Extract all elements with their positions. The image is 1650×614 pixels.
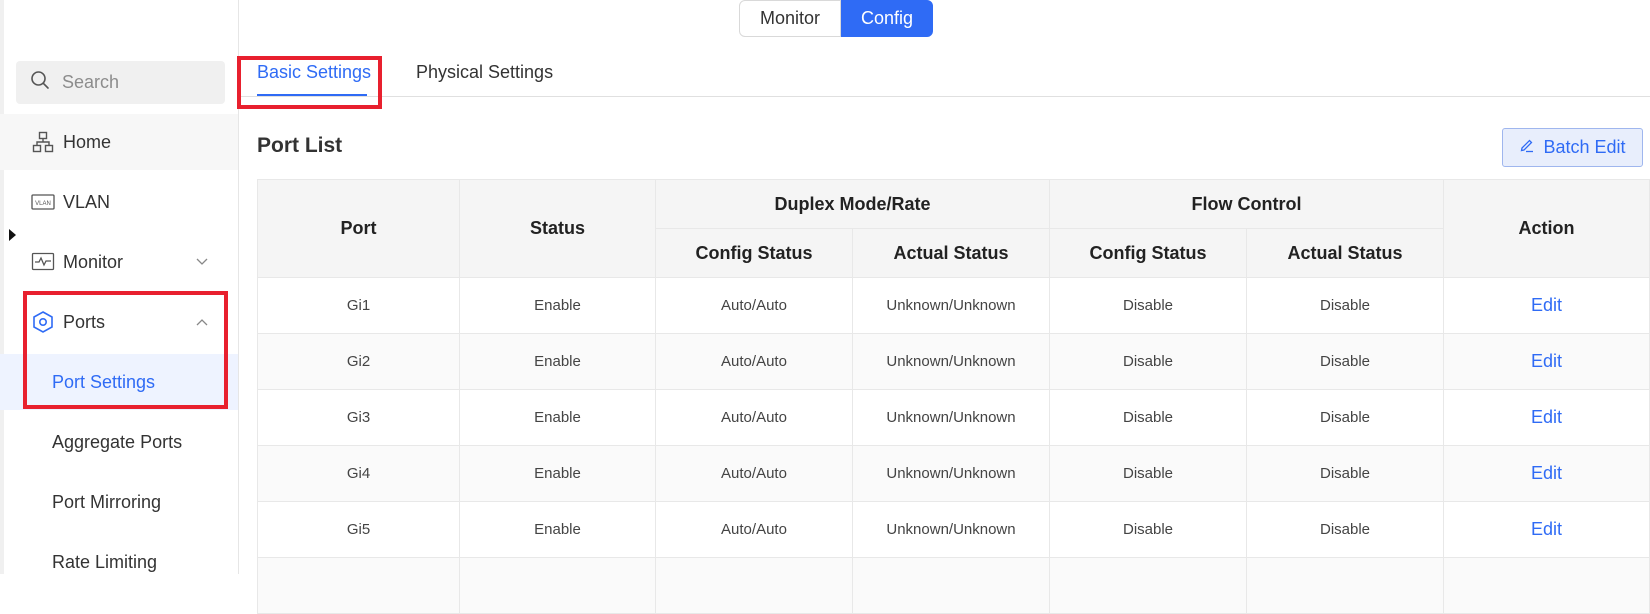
column-header-flow-config: Config Status <box>1049 228 1247 278</box>
tab-basic-settings[interactable]: Basic Settings <box>257 62 371 83</box>
cell-port: Gi4 <box>257 445 460 502</box>
cell-flow-config: Disable <box>1049 277 1247 334</box>
column-group-duplex: Duplex Mode/Rate <box>655 179 1050 229</box>
cell-port: Gi2 <box>257 333 460 390</box>
pen-icon <box>1519 137 1535 158</box>
cell-status: Enable <box>459 501 656 558</box>
cell-duplex-config: Auto/Auto <box>655 445 853 502</box>
cell-action: Edit <box>1443 277 1650 334</box>
cell-action: Edit <box>1443 445 1650 502</box>
cell-port <box>257 557 460 614</box>
sidebar-item-label: Monitor <box>63 251 124 272</box>
table-row: Gi1 Enable Auto/Auto Unknown/Unknown Dis… <box>257 277 1650 334</box>
chevron-down-icon <box>194 254 210 270</box>
sidebar-item-monitor[interactable]: Monitor <box>0 234 238 290</box>
monitor-pulse-icon <box>31 250 55 274</box>
sidebar-item-label: VLAN <box>63 191 111 212</box>
edit-link[interactable]: Edit <box>1531 407 1562 427</box>
sidebar-subitem-aggregate-ports[interactable]: Aggregate Ports <box>0 414 238 470</box>
column-header-flow-actual: Actual Status <box>1245 228 1445 278</box>
column-group-flow-control: Flow Control <box>1048 179 1445 229</box>
cell-duplex-actual: Unknown/Unknown <box>852 333 1050 390</box>
cell-action: Edit <box>1443 501 1650 558</box>
cell-flow-actual: Disable <box>1245 333 1445 390</box>
cell-action: Edit <box>1443 389 1650 446</box>
edit-link[interactable]: Edit <box>1531 519 1562 539</box>
cell-duplex-actual: Unknown/Unknown <box>852 501 1050 558</box>
column-header-action: Action <box>1443 179 1650 278</box>
cell-status: Enable <box>459 333 656 390</box>
monitor-mode-button[interactable]: Monitor <box>739 0 841 37</box>
svg-text:VLAN: VLAN <box>35 201 51 207</box>
cell-flow-actual: Disable <box>1245 277 1445 334</box>
settings-tabs: Basic Settings Physical Settings <box>239 56 1650 97</box>
edit-link[interactable]: Edit <box>1531 295 1562 315</box>
table-row: Gi4 Enable Auto/Auto Unknown/Unknown Dis… <box>257 445 1650 502</box>
edit-link[interactable]: Edit <box>1531 463 1562 483</box>
cell-duplex-config: Auto/Auto <box>655 501 853 558</box>
vlan-icon: VLAN <box>31 190 55 214</box>
cell-flow-config: Disable <box>1049 389 1247 446</box>
sidebar-subitem-port-settings[interactable]: Port Settings <box>0 354 238 410</box>
cell-flow-actual <box>1245 557 1445 614</box>
cell-flow-config: Disable <box>1049 445 1247 502</box>
cell-flow-config: Disable <box>1049 501 1247 558</box>
mode-switch: Monitor Config <box>739 0 933 37</box>
port-list-table: Port Status Duplex Mode/Rate Flow Contro… <box>257 179 1650 614</box>
sidebar: Home VLAN VLAN Monitor Po <box>0 0 239 574</box>
cell-duplex-actual <box>852 557 1050 614</box>
network-topology-icon <box>31 130 55 154</box>
cell-port: Gi3 <box>257 389 460 446</box>
table-row: Gi3 Enable Auto/Auto Unknown/Unknown Dis… <box>257 389 1650 446</box>
sidebar-subitem-port-mirroring[interactable]: Port Mirroring <box>0 474 238 530</box>
column-header-duplex-actual: Actual Status <box>852 228 1050 278</box>
active-tab-indicator <box>257 94 367 96</box>
cell-status <box>459 557 656 614</box>
chevron-up-icon <box>194 314 210 330</box>
cell-duplex-actual: Unknown/Unknown <box>852 389 1050 446</box>
port-hexagon-icon <box>31 310 55 334</box>
cell-duplex-config <box>655 557 853 614</box>
sidebar-subitem-rate-limiting[interactable]: Rate Limiting <box>0 534 238 590</box>
search-input[interactable] <box>60 71 220 94</box>
cell-duplex-actual: Unknown/Unknown <box>852 277 1050 334</box>
cell-status: Enable <box>459 277 656 334</box>
cell-duplex-config: Auto/Auto <box>655 389 853 446</box>
cell-port: Gi1 <box>257 277 460 334</box>
cell-flow-config <box>1049 557 1247 614</box>
search-box[interactable] <box>16 61 225 104</box>
sidebar-item-label: Home <box>63 131 112 152</box>
tab-physical-settings[interactable]: Physical Settings <box>416 62 553 83</box>
cell-flow-actual: Disable <box>1245 501 1445 558</box>
column-header-port: Port <box>257 179 460 278</box>
sidebar-item-ports[interactable]: Ports <box>0 294 238 350</box>
cell-flow-actual: Disable <box>1245 389 1445 446</box>
config-mode-button[interactable]: Config <box>841 0 933 37</box>
batch-edit-label: Batch Edit <box>1543 137 1626 157</box>
edit-link[interactable]: Edit <box>1531 351 1562 371</box>
search-icon <box>30 70 50 95</box>
column-header-duplex-config: Config Status <box>655 228 853 278</box>
table-row: Gi5 Enable Auto/Auto Unknown/Unknown Dis… <box>257 501 1650 558</box>
batch-edit-button[interactable]: Batch Edit <box>1502 128 1643 167</box>
cell-duplex-config: Auto/Auto <box>655 333 853 390</box>
cell-duplex-config: Auto/Auto <box>655 277 853 334</box>
table-row <box>257 557 1650 614</box>
sidebar-item-home[interactable]: Home <box>0 114 238 170</box>
page-title: Port List <box>257 134 343 157</box>
sidebar-item-vlan[interactable]: VLAN VLAN <box>0 174 238 230</box>
cell-action: Edit <box>1443 333 1650 390</box>
cell-port: Gi5 <box>257 501 460 558</box>
cell-status: Enable <box>459 445 656 502</box>
cell-flow-config: Disable <box>1049 333 1247 390</box>
sidebar-item-label: Ports <box>63 311 106 332</box>
cell-duplex-actual: Unknown/Unknown <box>852 445 1050 502</box>
table-row: Gi2 Enable Auto/Auto Unknown/Unknown Dis… <box>257 333 1650 390</box>
cell-flow-actual: Disable <box>1245 445 1445 502</box>
cell-action <box>1443 557 1650 614</box>
cell-status: Enable <box>459 389 656 446</box>
column-header-status: Status <box>459 179 656 278</box>
